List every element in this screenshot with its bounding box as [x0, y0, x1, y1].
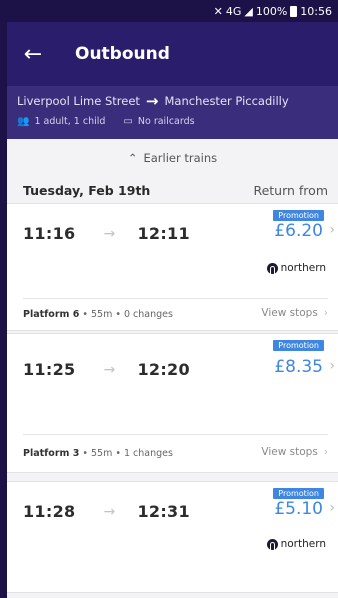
network-type: 4G [225, 4, 242, 18]
duration-changes: • 55m • 1 changes [79, 448, 173, 459]
departure-time: 11:16 [23, 224, 76, 243]
mute-icon: ✕ [213, 4, 223, 18]
arrival-time: 12:20 [137, 360, 190, 379]
app-bar: ← Outbound [7, 22, 338, 86]
promotion-badge: Promotion [273, 210, 324, 221]
journey-summary: Liverpool Lime Street → Manchester Picca… [7, 86, 338, 139]
train-info: Platform 6 • 55m • 0 changes [23, 309, 173, 320]
page-title: Outbound [75, 44, 170, 64]
status-bar: ✕ 4G ◢ 100% 10:56 [7, 0, 338, 22]
view-stops-label: View stops [261, 446, 318, 458]
train-times: 11:16 → 12:11 [23, 224, 190, 243]
operator-logo: northern [266, 538, 326, 550]
arrival-time: 12:11 [137, 224, 190, 243]
train-card[interactable]: Promotion 11:25 → 12:20 £8.35 › Platform… [7, 333, 338, 473]
northern-logo-icon [266, 538, 278, 550]
arrow-right-icon: → [103, 225, 116, 242]
fare-price: £6.20 [274, 221, 323, 241]
chevron-up-icon: ⌃ [127, 151, 138, 165]
chevron-right-icon: › [329, 500, 335, 516]
clock: 10:56 [300, 4, 332, 18]
train-times: 11:28 → 12:31 [23, 502, 190, 521]
route-arrow-icon: → [145, 92, 159, 110]
travel-date: Tuesday, Feb 19th [23, 182, 151, 198]
route: Liverpool Lime Street → Manchester Picca… [17, 92, 328, 110]
return-from-label: Return from [253, 182, 328, 198]
passengers-label: 1 adult, 1 child [34, 116, 106, 127]
train-times: 11:25 → 12:20 [23, 360, 190, 379]
view-stops-button[interactable]: View stops › [261, 446, 328, 458]
back-arrow-icon[interactable]: ← [17, 38, 49, 70]
arrow-right-icon: → [103, 503, 116, 520]
platform: Platform 3 [23, 448, 80, 459]
departure-time: 11:28 [23, 502, 76, 521]
chevron-right-icon: › [329, 358, 335, 374]
divider [23, 434, 328, 435]
chevron-right-icon: › [323, 446, 328, 458]
operator-name: northern [280, 262, 326, 274]
railcards-label: No railcards [137, 116, 195, 127]
chevron-right-icon: › [329, 222, 335, 238]
chevron-right-icon: › [323, 307, 328, 319]
arrival-time: 12:31 [137, 502, 190, 521]
origin-station: Liverpool Lime Street [17, 94, 140, 108]
earlier-trains-button[interactable]: ⌃ Earlier trains [7, 139, 338, 177]
fare-price: £8.35 [274, 357, 323, 377]
journey-meta: 👥 1 adult, 1 child ▭ No railcards [17, 116, 328, 127]
view-stops-button[interactable]: View stops › [261, 307, 328, 319]
duration-changes: • 55m • 0 changes [79, 309, 173, 320]
promotion-badge: Promotion [273, 340, 324, 351]
divider [23, 298, 328, 299]
train-card[interactable]: Promotion 11:16 → 12:11 £6.20 › northern… [7, 203, 338, 331]
earlier-trains-label: Earlier trains [143, 151, 218, 165]
battery-icon [290, 5, 298, 17]
platform: Platform 6 [23, 309, 80, 320]
departure-time: 11:25 [23, 360, 76, 379]
northern-logo-icon [266, 262, 278, 274]
train-card[interactable]: Promotion 11:28 → 12:31 £5.10 › northern [7, 481, 338, 593]
fare-price: £5.10 [274, 499, 323, 519]
signal-icon: ◢ [244, 4, 253, 18]
railcard-icon: ▭ [123, 116, 133, 127]
arrow-right-icon: → [103, 361, 116, 378]
passengers-icon: 👥 [17, 116, 30, 127]
day-header: Tuesday, Feb 19th Return from [7, 177, 338, 203]
operator-logo: northern [266, 262, 326, 274]
destination-station: Manchester Piccadilly [164, 94, 289, 108]
operator-name: northern [280, 538, 326, 550]
battery-level: 100% [255, 4, 288, 18]
app-screen: ✕ 4G ◢ 100% 10:56 ← Outbound Liverpool L… [7, 0, 338, 598]
view-stops-label: View stops [261, 307, 318, 319]
promotion-badge: Promotion [273, 488, 324, 499]
train-info: Platform 3 • 55m • 1 changes [23, 448, 173, 459]
